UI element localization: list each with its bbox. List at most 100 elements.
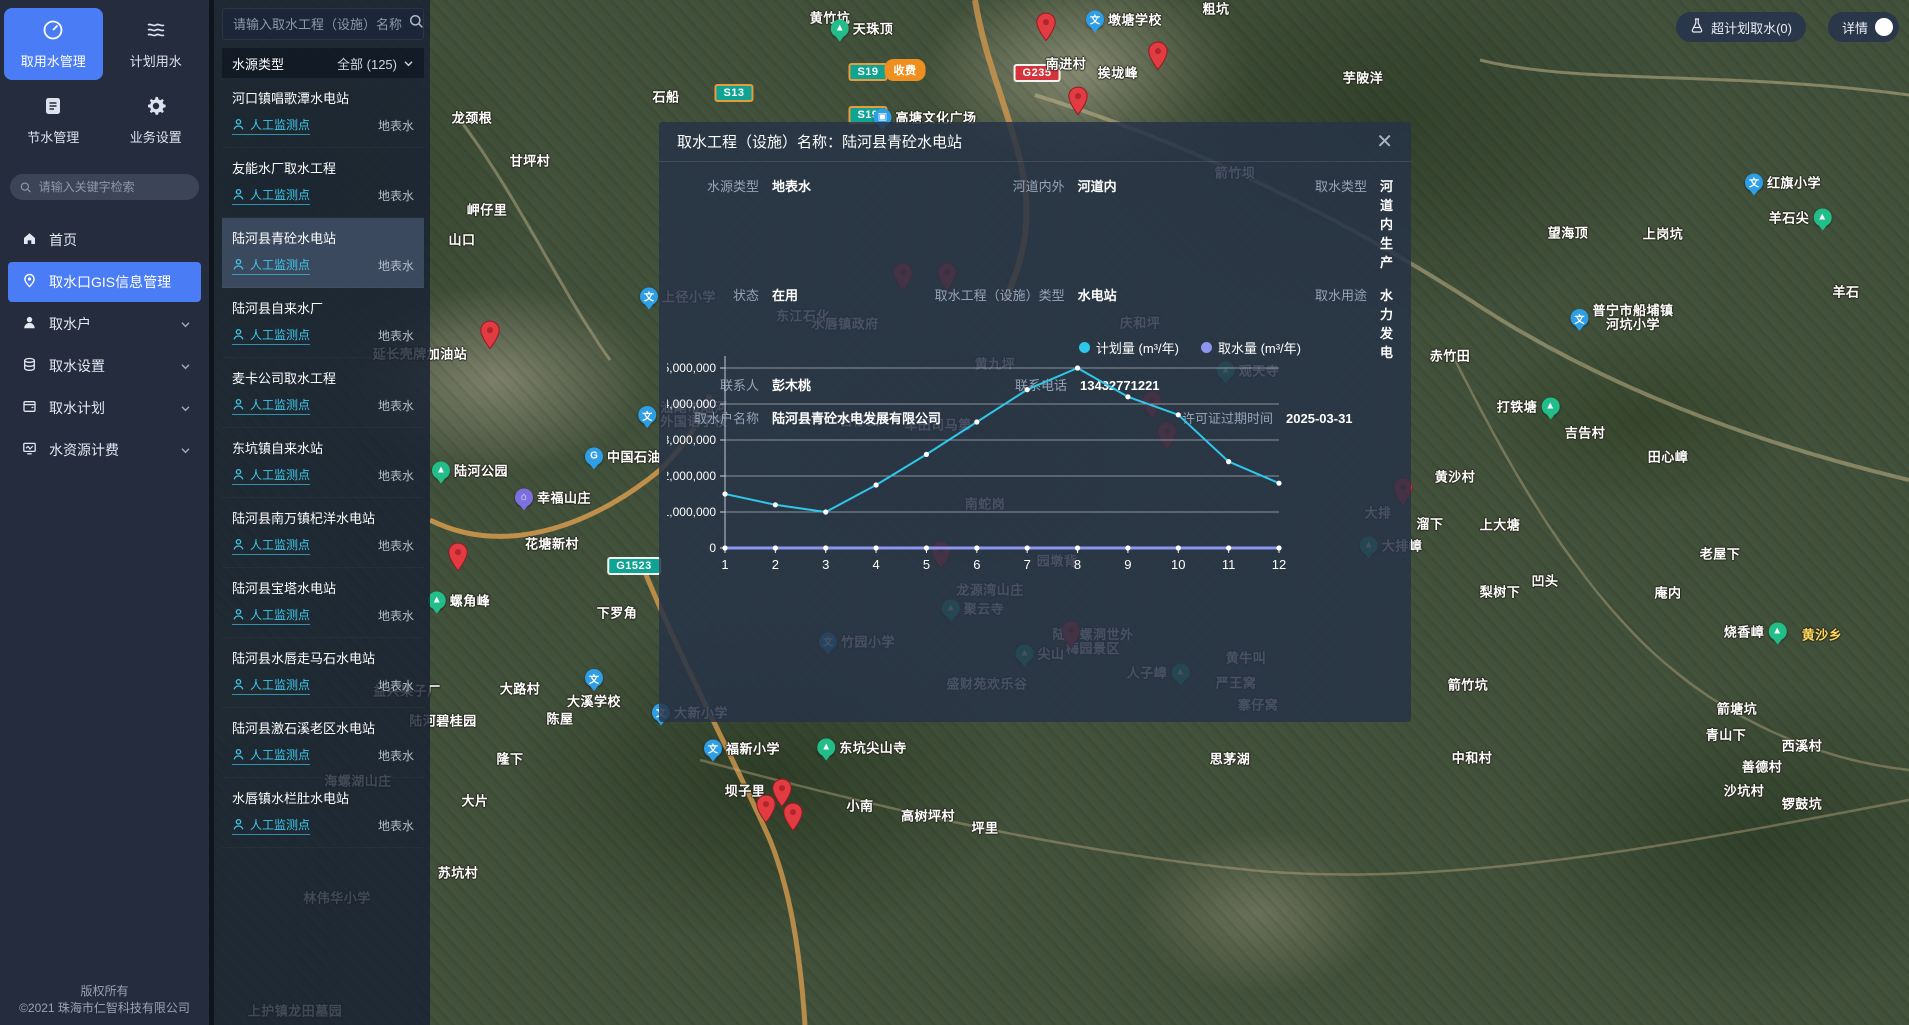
field-label: 取水用途 [1279,285,1367,304]
field-label: 状态 [677,285,759,304]
monitor-label: 人工监测点 [250,466,310,483]
person-icon [232,258,245,271]
facility-list-item[interactable]: 友能水厂取水工程人工监测点地表水 [222,148,424,218]
monitor-type[interactable]: 人工监测点 [232,816,310,835]
person-icon [232,538,245,551]
field-value: 在用 [772,285,798,304]
app-root: 黄竹坑▲天珠顶石船S13S19收费G235S19▣高塘文化广场文墩塘学校粗坑南进… [0,0,1909,1025]
facility-list-item[interactable]: 陆河县南万镇杞洋水电站人工监测点地表水 [222,498,424,568]
facility-list-item[interactable]: 陆河县青砼水电站人工监测点地表水 [222,218,424,288]
monitor-type[interactable]: 人工监测点 [232,746,310,765]
info-cell: 水源类型地表水 [677,176,915,271]
monitor-label: 人工监测点 [250,746,310,763]
person-icon [232,328,245,341]
module-tile-1[interactable]: 取用水管理 [4,8,103,80]
facility-list-item[interactable]: 陆河县水唇走马石水电站人工监测点地表水 [222,638,424,708]
source-filter-dropdown[interactable]: 全部 (125) [337,54,414,73]
water-source-type: 地表水 [378,817,414,834]
water-source-type: 地表水 [378,747,414,764]
facility-name: 麦卡公司取水工程 [232,368,414,387]
water-source-type: 地表水 [378,677,414,694]
chart-plot: 01,000,0002,000,0003,000,0004,000,0005,0… [667,330,1307,582]
monitor-type[interactable]: 人工监测点 [232,326,310,345]
intake-point-pin[interactable] [1147,41,1169,71]
monitor-type[interactable]: 人工监测点 [232,256,310,275]
intake-point-pin[interactable] [447,542,469,572]
person-icon [232,748,245,761]
svg-text:5: 5 [923,557,930,572]
facility-search-input[interactable] [233,17,409,32]
flask-icon [1690,18,1704,36]
monitor-label: 人工监测点 [250,396,310,413]
monitor-type[interactable]: 人工监测点 [232,536,310,555]
doc-icon [42,95,64,120]
facility-list-item[interactable]: 陆河县宝塔水电站人工监测点地表水 [222,568,424,638]
monitor-label: 人工监测点 [250,676,310,693]
intake-point-pin[interactable] [1035,12,1057,42]
module-tile-label: 业务设置 [130,127,182,146]
module-tile-3[interactable]: 节水管理 [4,84,103,156]
field-label: 取水工程（设施）类型 [915,285,1065,304]
facility-list-item[interactable]: 水唇镇水栏肚水电站人工监测点 地表水 [222,778,424,848]
monitor-type[interactable]: 人工监测点 [232,676,310,695]
monitor-icon [22,441,37,459]
sidebar-item-2[interactable]: 取水口GIS信息管理 [8,262,201,302]
monitor-type[interactable]: 人工监测点 [232,606,310,625]
facility-name: 陆河县南万镇杞洋水电站 [232,508,414,527]
facility-name: 陆河县激石溪老区水电站 [232,718,414,737]
chevron-down-icon [180,403,191,414]
svg-text:2: 2 [772,557,779,572]
module-tile-2[interactable]: 计划用水 [107,8,206,80]
facility-list-item[interactable]: 河口镇唱歌潭水电站人工监测点地表水 [222,78,424,148]
facility-search-box[interactable] [222,8,424,40]
over-plan-button[interactable]: 超计划取水(0) [1676,12,1806,42]
monitor-type[interactable]: 人工监测点 [232,116,310,135]
user-icon [22,315,37,333]
intake-point-pin[interactable] [479,320,501,350]
monitor-label: 人工监测点 [250,816,310,833]
facility-list-item[interactable]: 麦卡公司取水工程人工监测点地表水 [222,358,424,428]
person-icon [232,608,245,621]
svg-text:0: 0 [709,541,716,555]
sidebar-item-3[interactable]: 取水户 [8,304,201,344]
sidebar-item-6[interactable]: 水资源计费 [8,430,201,470]
facility-list-item[interactable]: 东坑镇自来水站人工监测点地表水 [222,428,424,498]
facility-list-item[interactable]: 陆河县自来水厂人工监测点地表水 [222,288,424,358]
svg-text:11: 11 [1222,557,1236,572]
svg-text:8: 8 [1074,557,1081,572]
monitor-type[interactable]: 人工监测点 [232,186,310,205]
monitor-type[interactable]: 人工监测点 [232,396,310,415]
topbar-controls: 超计划取水(0) 详情 [1676,12,1899,42]
sidebar-item-label: 水资源计费 [49,440,168,460]
sidebar-item-label: 取水计划 [49,398,168,418]
sidebar-item-label: 取水户 [49,314,168,334]
close-icon[interactable]: ✕ [1376,132,1393,152]
facility-list-item[interactable]: 陆河县激石溪老区水电站人工监测点 地表水 [222,708,424,778]
person-icon [232,678,245,691]
sidebar-item-4[interactable]: 取水设置 [8,346,201,386]
module-tile-4[interactable]: 业务设置 [107,84,206,156]
facility-name: 水唇镇水栏肚水电站 [232,788,414,807]
field-value: 水力发电 [1380,285,1393,361]
intake-point-pin[interactable] [782,802,804,832]
water-source-type: 地表水 [378,467,414,484]
svg-text:6: 6 [973,557,980,572]
toggle-knob[interactable] [1875,18,1893,36]
sidebar-item-5[interactable]: 取水计划 [8,388,201,428]
intake-point-pin[interactable] [1067,86,1089,116]
monitor-type[interactable]: 人工监测点 [232,466,310,485]
sidebar-search-input[interactable] [39,180,189,194]
pin-icon [22,273,37,291]
over-plan-label: 超计划取水(0) [1711,18,1792,37]
sidebar-search-box[interactable] [10,174,199,200]
sidebar-item-1[interactable]: 首页 [8,220,201,260]
search-icon[interactable] [409,14,424,34]
copyright-line2: ©2021 珠海市仁智科技有限公司 [0,1000,209,1017]
filter-value: 全部 (125) [337,54,397,73]
person-icon [232,398,245,411]
copyright-line1: 版权所有 [0,983,209,1000]
svg-text:4: 4 [872,557,879,572]
sidebar-item-label: 首页 [49,230,191,250]
detail-toggle[interactable]: 详情 [1828,12,1899,42]
facility-name: 陆河县青砼水电站 [232,228,414,247]
